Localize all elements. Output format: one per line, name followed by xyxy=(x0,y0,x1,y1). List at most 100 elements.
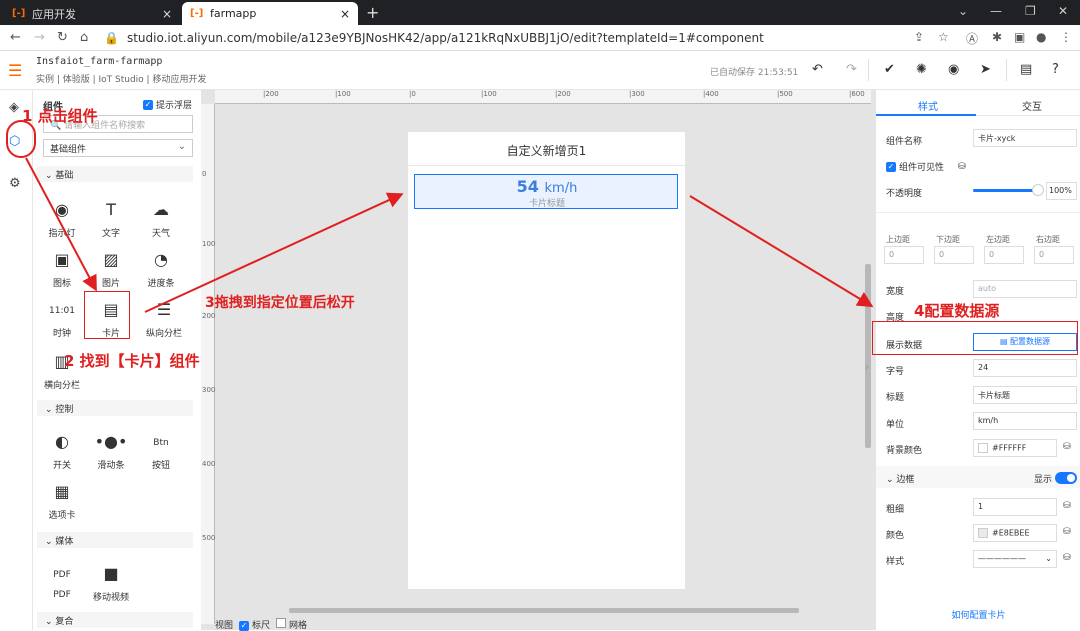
puzzle-icon[interactable]: ✱ xyxy=(992,30,1002,44)
comp-progress[interactable]: ◔ 进度条 xyxy=(136,250,186,289)
comp-label: 滑动条 xyxy=(97,461,125,471)
card-component[interactable]: 54 km/h 卡片标题 xyxy=(414,174,678,209)
redo-icon[interactable]: ↷ xyxy=(846,62,857,77)
design-canvas[interactable]: |200 |100 |0 |100 |200 |300 |400 |500 |6… xyxy=(201,90,875,631)
lock-icon: 🔒 xyxy=(104,31,119,45)
tab-app-dev[interactable]: [-] 应用开发 × xyxy=(4,2,180,25)
share-icon[interactable]: ⇪ xyxy=(914,30,924,44)
hamburger-icon[interactable]: ☰ xyxy=(8,61,22,80)
tab-interaction[interactable]: 交互 xyxy=(1022,98,1042,113)
menu-icon[interactable]: ⋮ xyxy=(1060,30,1072,44)
group-media[interactable]: ⌄ 媒体 xyxy=(37,532,193,548)
comp-label: 横向分栏 xyxy=(43,381,80,391)
comp-slider[interactable]: •●• 滑动条 xyxy=(86,432,136,471)
group-control[interactable]: ⌄ 控制 xyxy=(37,400,193,416)
thickness-label: 粗细 xyxy=(886,505,905,515)
comp-tabs[interactable]: ▦ 选项卡 xyxy=(37,482,87,521)
group-label: 复合 xyxy=(55,617,74,627)
debug-icon[interactable]: ✺ xyxy=(916,62,927,77)
comp-button[interactable]: Btn 按钮 xyxy=(136,432,186,471)
category-select[interactable]: 基础组件 ⌄ xyxy=(43,139,193,157)
tab-style[interactable]: 样式 xyxy=(918,98,938,113)
tabs-icon: ▦ xyxy=(54,482,70,501)
grid-checkbox[interactable]: 网格 xyxy=(276,618,307,631)
check-icon[interactable]: ✔ xyxy=(884,62,895,77)
opacity-slider-handle[interactable] xyxy=(1032,184,1044,196)
new-tab-button[interactable]: + xyxy=(366,3,379,22)
card-number: 54 xyxy=(516,177,539,196)
chevron-right-icon[interactable]: › xyxy=(865,362,869,373)
ruler-label: 200 xyxy=(202,312,216,320)
opacity-value[interactable]: 100% xyxy=(1046,182,1077,200)
comp-weather[interactable]: ☁ 天气 xyxy=(136,200,186,239)
database-icon[interactable]: ⛁ xyxy=(1063,553,1071,563)
width-input[interactable]: auto xyxy=(973,280,1077,298)
text-icon: T xyxy=(106,200,116,219)
database-icon[interactable]: ⛁ xyxy=(958,162,966,172)
comp-text[interactable]: T 文字 xyxy=(86,200,136,239)
canvas-h-scrollbar[interactable] xyxy=(289,608,799,613)
border-color-input[interactable]: #E8EBEE xyxy=(973,524,1057,542)
fontsize-input[interactable]: 24 xyxy=(973,359,1077,377)
extension-a-icon[interactable]: Ⓐ xyxy=(966,30,978,47)
home-icon[interactable]: ⌂ xyxy=(80,30,88,45)
sidepanel-icon[interactable]: ▣ xyxy=(1014,30,1025,44)
margin-left-input[interactable]: 0 xyxy=(984,246,1024,264)
layers-icon[interactable]: ◈ xyxy=(9,100,19,115)
visibility-checkbox[interactable]: ✓ 组件可见性 ⛁ xyxy=(886,160,966,173)
tab-search-icon[interactable]: ⌄ xyxy=(958,4,968,18)
database-icon[interactable]: ⛁ xyxy=(1063,527,1071,537)
ruler-checkbox[interactable]: ✓ 标尺 xyxy=(239,618,270,631)
phone-page[interactable]: 自定义新增页1 54 km/h 卡片标题 xyxy=(408,132,685,589)
ruler-label: |400 xyxy=(703,90,719,98)
database-icon[interactable]: ⛁ xyxy=(1063,442,1071,452)
unit-input[interactable]: km/h xyxy=(973,412,1077,430)
left-rail: ◈ ⬡ ⚙ xyxy=(0,90,33,630)
profile-icon[interactable]: ● xyxy=(1036,30,1046,44)
preview-icon[interactable]: ◉ xyxy=(948,62,959,77)
comp-vertical-split[interactable]: ☰ 纵向分栏 xyxy=(136,300,192,339)
margin-top-input[interactable]: 0 xyxy=(884,246,924,264)
back-icon[interactable]: ← xyxy=(10,30,21,45)
comp-image[interactable]: ▨ 图片 xyxy=(86,250,136,289)
margin-right-input[interactable]: 0 xyxy=(1034,246,1074,264)
title-input[interactable]: 卡片标题 xyxy=(973,386,1077,404)
settings-icon[interactable]: ⚙ xyxy=(9,176,21,191)
comp-pdf[interactable]: PDF PDF xyxy=(37,564,87,600)
border-toggle-switch[interactable] xyxy=(1055,472,1077,484)
comp-icon[interactable]: ▣ 图标 xyxy=(37,250,87,289)
comp-video[interactable]: ■ 移动视频 xyxy=(86,564,136,603)
opacity-slider-track[interactable] xyxy=(973,189,1035,192)
component-name-input[interactable]: 卡片-xyck xyxy=(973,129,1077,147)
close-tab-icon[interactable]: × xyxy=(340,7,350,21)
star-icon[interactable]: ☆ xyxy=(938,30,949,44)
border-section-toggle[interactable]: ⌄ 边框 xyxy=(886,472,914,485)
comp-clock[interactable]: 11:01 时钟 xyxy=(37,300,87,339)
help-link[interactable]: 如何配置卡片 xyxy=(876,608,1080,621)
comp-indicator[interactable]: ◉ 指示灯 xyxy=(37,200,87,239)
minimize-icon[interactable]: — xyxy=(990,4,1002,18)
thickness-input[interactable]: 1 xyxy=(973,498,1057,516)
url-text: studio.iot.aliyun.com/mobile/a123e9YBJNo… xyxy=(126,31,764,45)
help-icon[interactable]: ? xyxy=(1052,62,1059,77)
undo-icon[interactable]: ↶ xyxy=(812,62,823,77)
border-style-select[interactable]: —————— ⌄ xyxy=(973,550,1057,568)
canvas-v-scrollbar[interactable] xyxy=(865,264,871,448)
close-tab-icon[interactable]: × xyxy=(162,7,172,21)
forward-icon[interactable]: → xyxy=(34,30,45,45)
database-icon[interactable]: ⛁ xyxy=(1063,501,1071,511)
margin-bottom-input[interactable]: 0 xyxy=(934,246,974,264)
bg-color-input[interactable]: #FFFFFF xyxy=(973,439,1057,457)
close-window-icon[interactable]: ✕ xyxy=(1058,4,1068,18)
publish-icon[interactable]: ➤ xyxy=(980,62,991,77)
url-field[interactable]: 🔒 studio.iot.aliyun.com/mobile/a123e9YBJ… xyxy=(104,28,904,48)
float-tip-checkbox[interactable]: ✓ 提示浮层 xyxy=(143,98,192,111)
comp-switch[interactable]: ◐ 开关 xyxy=(37,432,87,471)
group-basic[interactable]: ⌄ 基础 xyxy=(37,166,193,182)
reload-icon[interactable]: ↻ xyxy=(57,30,68,45)
document-icon[interactable]: ▤ xyxy=(1020,62,1032,77)
vertical-ruler: 0 100 200 300 400 500 xyxy=(201,104,215,624)
tab-farmapp[interactable]: [-] farmapp × xyxy=(182,2,358,25)
group-composite[interactable]: ⌄ 复合 xyxy=(37,612,193,628)
restore-icon[interactable]: ❐ xyxy=(1025,4,1036,18)
